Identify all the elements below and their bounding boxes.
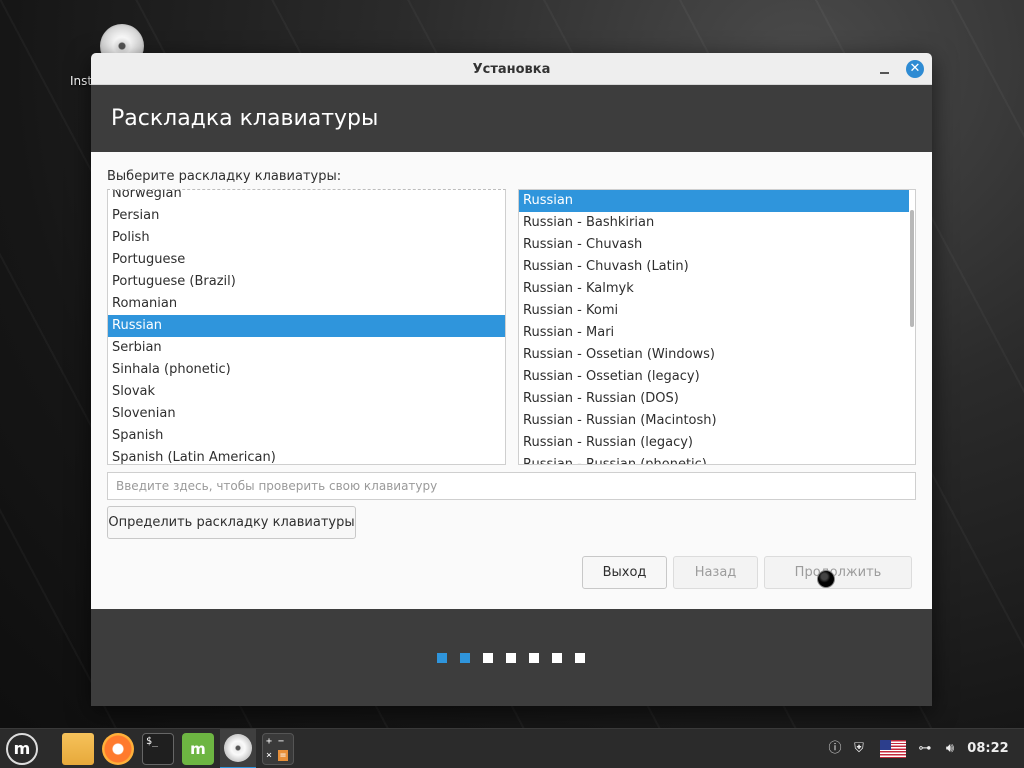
layout-list-item[interactable]: Slovenian bbox=[108, 403, 505, 425]
variant-list-item[interactable]: Russian - Russian (DOS) bbox=[519, 388, 909, 410]
variant-list-item[interactable]: Russian - Ossetian (Windows) bbox=[519, 344, 909, 366]
progress-step-dot bbox=[483, 653, 493, 663]
variant-list-item[interactable]: Russian - Komi bbox=[519, 300, 909, 322]
us-flag-icon[interactable] bbox=[880, 740, 906, 758]
mint-update-icon[interactable]: m bbox=[182, 733, 214, 765]
continue-button[interactable]: Продолжить bbox=[764, 556, 912, 589]
layout-prompt-label: Выберите раскладку клавиатуры: bbox=[107, 169, 342, 184]
window-title: Установка bbox=[472, 62, 551, 77]
layout-list-item[interactable]: Spanish (Latin American) bbox=[108, 447, 505, 464]
variant-list-item[interactable]: Russian - Mari bbox=[519, 322, 909, 344]
layout-list-item[interactable]: Persian bbox=[108, 205, 505, 227]
quit-button[interactable]: Выход bbox=[582, 556, 667, 589]
layout-list-item[interactable]: Sinhala (phonetic) bbox=[108, 359, 505, 381]
shield-icon[interactable]: ⛨ bbox=[850, 729, 868, 768]
firefox-icon[interactable] bbox=[102, 733, 134, 765]
layout-list-item[interactable]: Polish bbox=[108, 227, 505, 249]
volume-icon[interactable]: 🔊︎ bbox=[940, 729, 960, 768]
variant-list-rows: Russian Russian - Bashkirian Russian - Chu… bbox=[519, 190, 909, 464]
layout-list-item[interactable]: Spanish bbox=[108, 425, 505, 447]
layout-list-item[interactable]: Norwegian bbox=[108, 190, 505, 205]
variant-list[interactable]: Russian Russian - Bashkirian Russian - Chu… bbox=[518, 189, 916, 465]
installer-window: Установка ✕ Раскладка клавиатуры Выберит… bbox=[91, 53, 932, 706]
progress-step-dot bbox=[575, 653, 585, 663]
keyboard-test-input[interactable] bbox=[107, 472, 916, 500]
back-button[interactable]: Назад bbox=[673, 556, 758, 589]
mouse-cursor-icon bbox=[817, 570, 835, 588]
layout-list-item[interactable]: Romanian bbox=[108, 293, 505, 315]
layout-list-item[interactable]: Russian bbox=[108, 315, 505, 337]
progress-step-dot bbox=[506, 653, 516, 663]
terminal-icon[interactable]: $_ bbox=[142, 733, 174, 765]
progress-step-dot bbox=[552, 653, 562, 663]
variant-list-item[interactable]: Russian - Kalmyk bbox=[519, 278, 909, 300]
layout-list-item[interactable]: Portuguese bbox=[108, 249, 505, 271]
window-titlebar[interactable]: Установка ✕ bbox=[91, 53, 932, 85]
variant-list-item[interactable]: Russian bbox=[519, 190, 909, 212]
detect-layout-button[interactable]: Определить раскладку клавиатуры bbox=[107, 506, 356, 539]
clock[interactable]: 08:22 bbox=[966, 729, 1010, 768]
progress-footer bbox=[91, 609, 932, 706]
layout-list-item[interactable]: Portuguese (Brazil) bbox=[108, 271, 505, 293]
progress-step-dot bbox=[437, 653, 447, 663]
layout-list-rows: Norwegian Persian Polish Portuguese Portugue… bbox=[108, 190, 505, 464]
variant-list-item[interactable]: Russian - Chuvash (Latin) bbox=[519, 256, 909, 278]
files-icon[interactable] bbox=[62, 733, 94, 765]
calculator-icon[interactable]: + − × = bbox=[262, 733, 294, 765]
network-icon[interactable]: ⊶ bbox=[915, 729, 935, 768]
variant-list-item[interactable]: Russian - Russian (Macintosh) bbox=[519, 410, 909, 432]
installer-icon[interactable] bbox=[220, 729, 256, 768]
variant-list-item[interactable]: Russian - Bashkirian bbox=[519, 212, 909, 234]
progress-step-dot bbox=[460, 653, 470, 663]
variant-list-item[interactable]: Russian - Chuvash bbox=[519, 234, 909, 256]
content-panel: Выберите раскладку клавиатуры: Norwegian… bbox=[91, 152, 932, 609]
variant-list-item[interactable]: Russian - Russian (phonetic) bbox=[519, 454, 909, 464]
close-icon[interactable]: ✕ bbox=[906, 60, 924, 78]
menu-icon[interactable]: m bbox=[6, 733, 38, 765]
notification-icon[interactable]: ⓘ bbox=[826, 729, 844, 768]
layout-list[interactable]: Norwegian Persian Polish Portuguese Portugue… bbox=[107, 189, 506, 465]
progress-indicator bbox=[437, 653, 585, 663]
progress-step-dot bbox=[529, 653, 539, 663]
layout-list-item[interactable]: Serbian bbox=[108, 337, 505, 359]
page-title: Раскладка клавиатуры bbox=[91, 85, 932, 152]
minimize-icon[interactable] bbox=[878, 62, 892, 76]
layout-list-item[interactable]: Slovak bbox=[108, 381, 505, 403]
taskbar: m $_ m + − × = ⓘ ⛨ ⊶ 🔊︎ 08:22 bbox=[0, 728, 1024, 768]
variant-list-item[interactable]: Russian - Russian (legacy) bbox=[519, 432, 909, 454]
variant-list-scrollbar[interactable] bbox=[910, 210, 914, 327]
variant-list-item[interactable]: Russian - Ossetian (legacy) bbox=[519, 366, 909, 388]
